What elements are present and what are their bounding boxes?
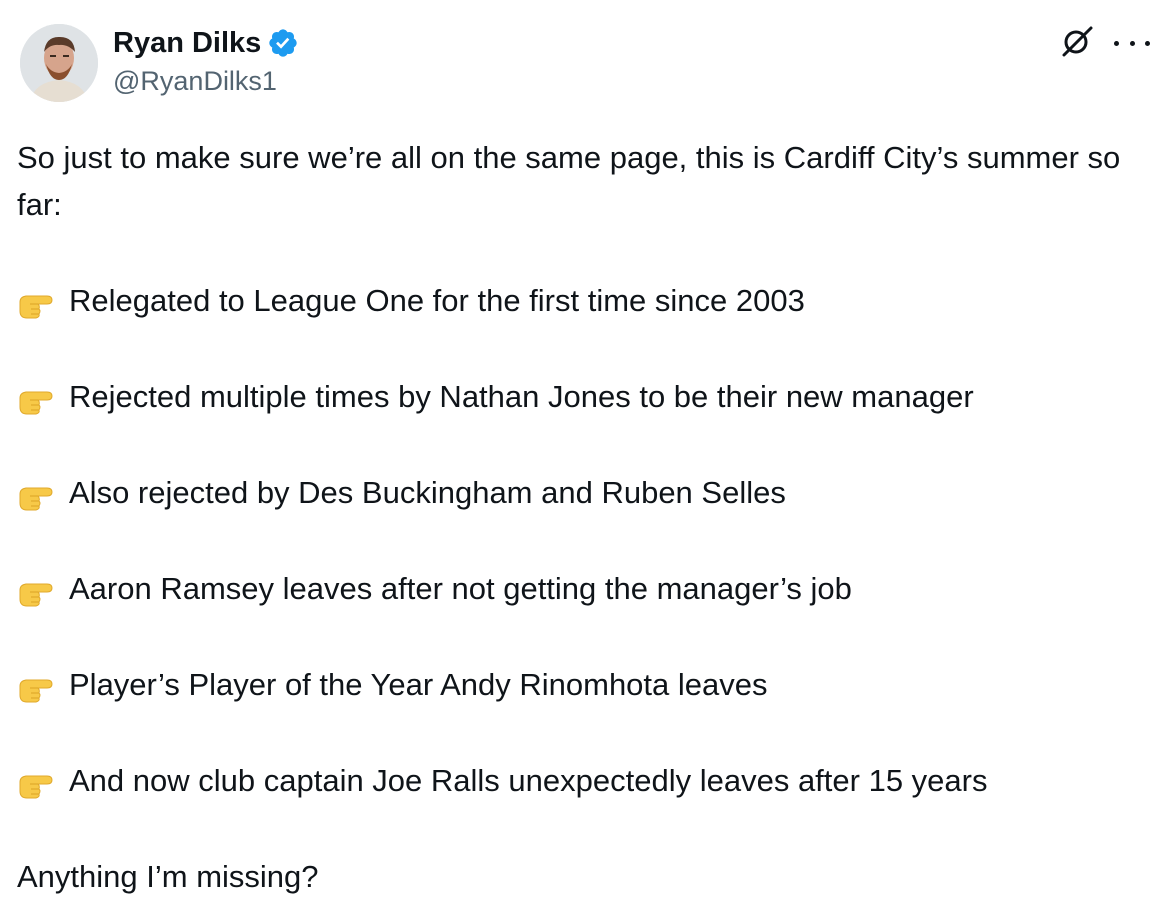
verified-badge-icon[interactable] [267,27,299,59]
author-name[interactable]: Ryan Dilks [113,27,261,60]
author-name-row: Ryan Dilks [113,24,299,62]
tweet-bullet: Aaron Ramsey leaves after not getting th… [17,565,1162,612]
tweet-bullet-text: Also rejected by Des Buckingham and Rube… [69,475,786,510]
tweet-bullet: Relegated to League One for the first ti… [17,277,1162,324]
pointing-finger-icon [17,286,55,318]
tweet-bullet: Also rejected by Des Buckingham and Rube… [17,469,1162,516]
more-dot [1145,40,1150,46]
tweet-bullet-list: Relegated to League One for the first ti… [17,277,1162,804]
tweet-bullet-text: Rejected multiple times by Nathan Jones … [69,379,974,414]
pointing-finger-icon [17,670,55,702]
tweet-text: So just to make sure we’re all on the sa… [17,134,1162,900]
tweet-bullet: Rejected multiple times by Nathan Jones … [17,373,1162,420]
grok-icon[interactable] [1060,24,1094,58]
pointing-finger-icon [17,478,55,510]
tweet-bullet-text: Player’s Player of the Year Andy Rinomho… [69,667,768,702]
more-icon[interactable] [1110,28,1154,58]
tweet-bullet-text: Relegated to League One for the first ti… [69,283,805,318]
tweet-intro: So just to make sure we’re all on the sa… [17,140,1121,222]
author-handle[interactable]: @RyanDilks1 [113,66,277,97]
tweet-bullet: And now club captain Joe Ralls unexpecte… [17,757,1162,804]
tweet-bullet: Player’s Player of the Year Andy Rinomho… [17,661,1162,708]
pointing-finger-icon [17,766,55,798]
pointing-finger-icon [17,574,55,606]
tweet-bullet-text: Aaron Ramsey leaves after not getting th… [69,571,852,606]
tweet-bullet-text: And now club captain Joe Ralls unexpecte… [69,763,988,798]
tweet-closing: Anything I’m missing? [17,859,319,894]
more-dot [1129,40,1135,46]
more-dot [1114,40,1119,46]
avatar[interactable] [20,24,98,102]
pointing-finger-icon [17,382,55,414]
